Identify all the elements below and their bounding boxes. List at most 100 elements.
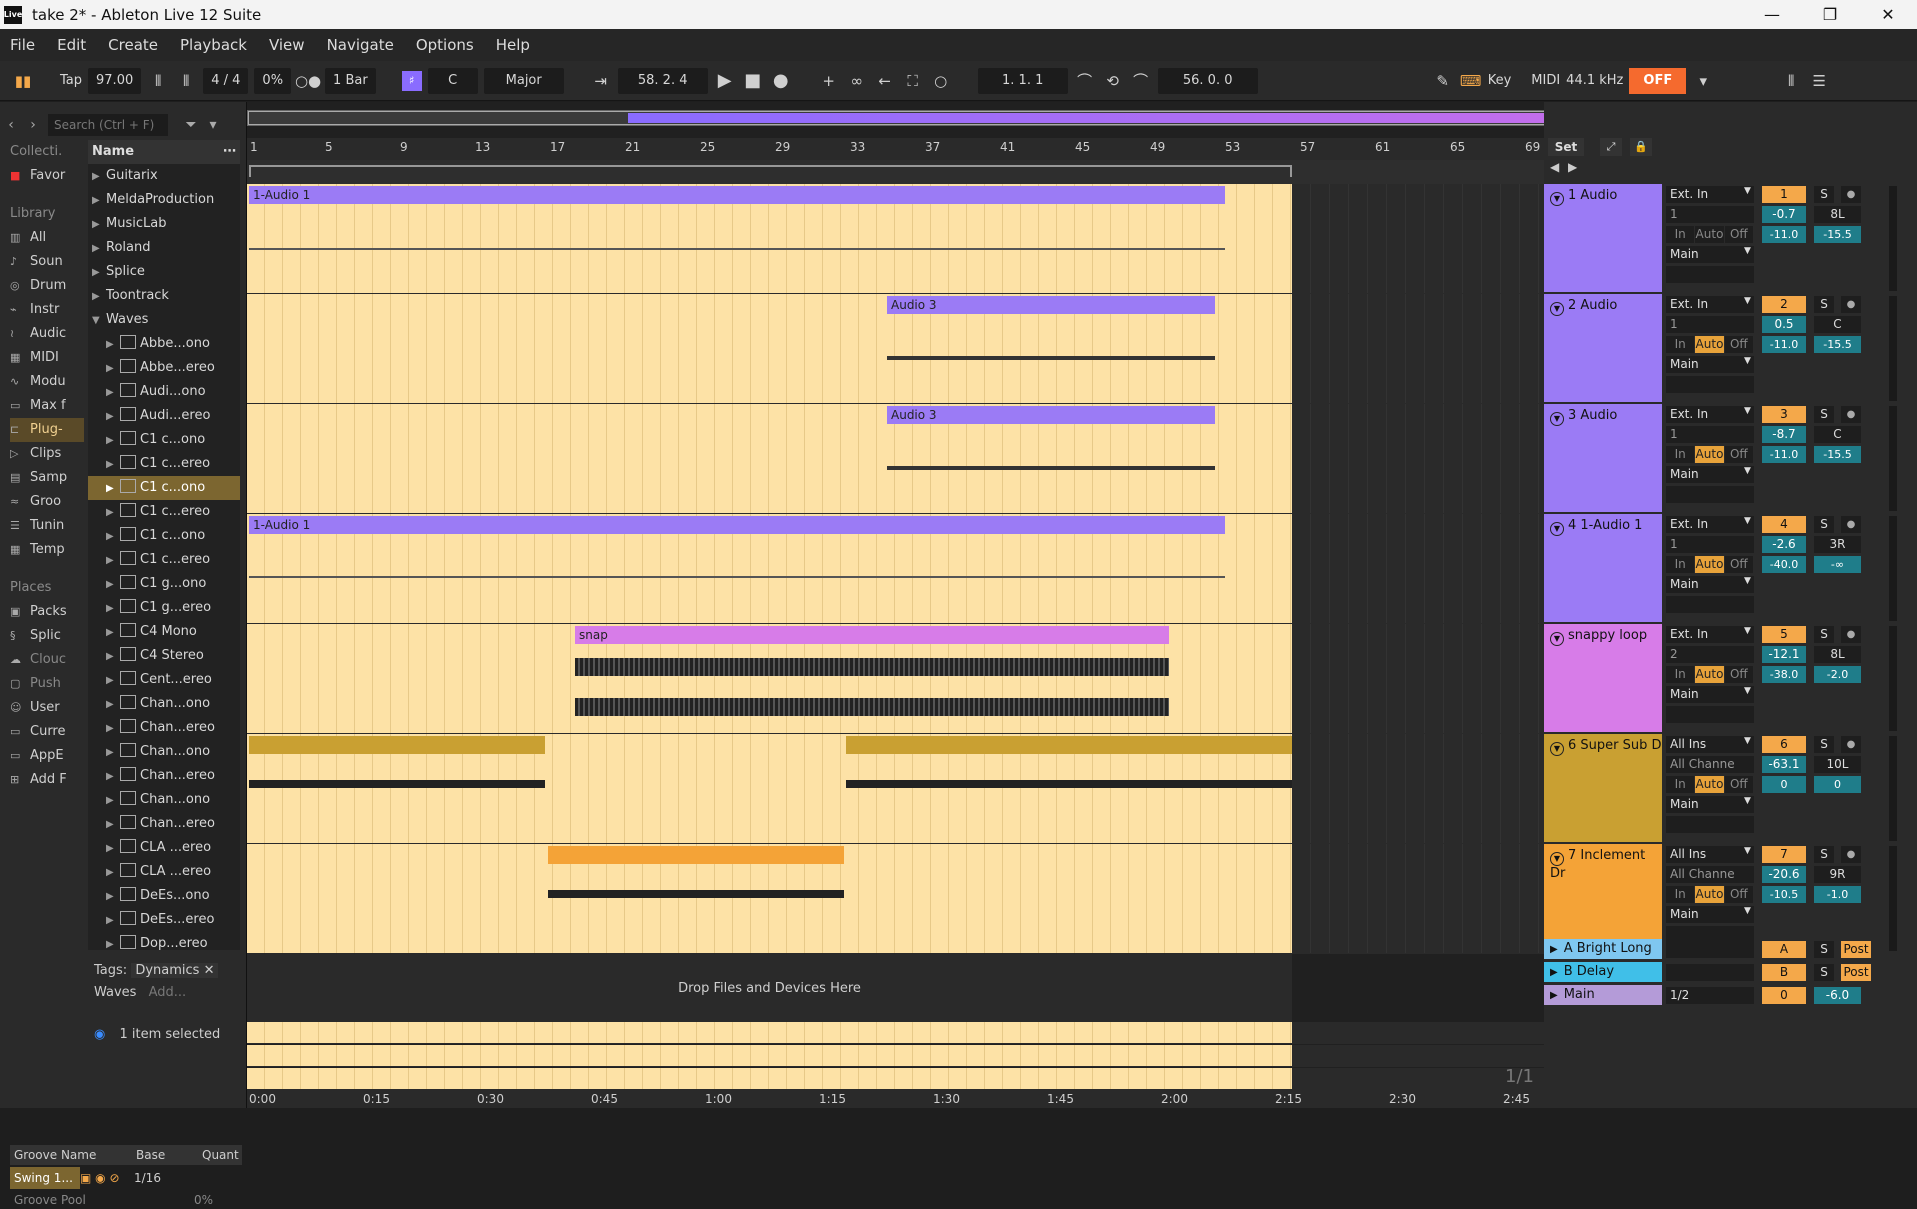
punch-in-icon[interactable]: ⌒ — [1074, 68, 1096, 94]
forward-icon[interactable]: › — [22, 117, 44, 133]
pan-field[interactable]: 10L — [1814, 756, 1861, 773]
volume-field[interactable]: 0.5 — [1762, 316, 1806, 333]
fold-icon[interactable]: ▼ — [1550, 522, 1564, 536]
plugin-row[interactable]: ▶ Chan...ono — [88, 692, 240, 716]
return-header[interactable]: ▶ B Delay — [1544, 962, 1662, 982]
folder-row[interactable]: ▼ Waves — [88, 308, 240, 332]
input-type-select[interactable]: All Ins — [1666, 736, 1754, 753]
groove-hotswap-icon[interactable]: ▣ ◉ ⊘ — [80, 1167, 130, 1189]
monitor-in-button[interactable]: In — [1666, 776, 1695, 793]
arm-icon[interactable]: ● — [1841, 626, 1861, 643]
monitor-auto-button[interactable]: Auto — [1695, 226, 1724, 243]
solo-button[interactable]: S — [1814, 941, 1834, 958]
send-a-field[interactable]: 0 — [1762, 776, 1806, 793]
midi-clip[interactable] — [548, 846, 844, 864]
sidebar-item-drums[interactable]: ◎ Drum — [10, 274, 84, 298]
lock-icon[interactable]: 🔒 — [1630, 138, 1652, 156]
sidebar-item-appdata[interactable]: ▭ AppE — [10, 744, 84, 768]
track-activator-button[interactable]: 7 — [1762, 846, 1806, 863]
chevron-down-icon[interactable]: ▼ — [1744, 296, 1751, 306]
fold-icon[interactable]: ▼ — [1550, 302, 1564, 316]
main-volume-field[interactable]: -6.0 — [1814, 987, 1861, 1004]
output-channel-select[interactable] — [1666, 486, 1754, 503]
scale-select[interactable]: Major — [483, 67, 564, 94]
send-a-field[interactable]: -11.0 — [1762, 226, 1806, 243]
track-header[interactable]: ▼ 3 Audio — [1544, 404, 1662, 512]
punch-out-icon[interactable]: ⌒ — [1130, 68, 1152, 94]
output-channel-select[interactable] — [1666, 706, 1754, 723]
maximize-button[interactable]: ❐ — [1801, 0, 1859, 29]
chevron-down-icon[interactable]: ▼ — [1744, 686, 1751, 696]
scroll-left-icon[interactable]: ◀ — [1550, 160, 1559, 174]
menu-options[interactable]: Options — [416, 36, 474, 54]
volume-field[interactable]: -20.6 — [1762, 866, 1806, 883]
plugin-row[interactable]: ▶ C1 c...ono — [88, 428, 240, 452]
key-select[interactable]: C — [427, 67, 478, 94]
plugin-row[interactable]: ▶ C1 c...ereo — [88, 548, 240, 572]
track-header[interactable]: ▼ 6 Super Sub D — [1544, 734, 1662, 842]
output-channel-select[interactable] — [1666, 376, 1754, 393]
view-toggle-icon[interactable]: ▮▮ — [12, 68, 34, 94]
pan-field[interactable]: 3R — [1814, 536, 1861, 553]
groove-pool-amount[interactable]: 0% — [194, 1191, 213, 1209]
return-activator-button[interactable]: A — [1762, 941, 1806, 958]
sidebar-item-all[interactable]: ▥ All — [10, 226, 84, 250]
send-b-field[interactable]: 0 — [1814, 776, 1861, 793]
input-type-select[interactable]: Ext. In — [1666, 296, 1754, 313]
send-a-field[interactable]: -40.0 — [1762, 556, 1806, 573]
clip-header[interactable]: 1-Audio 1 — [249, 516, 1225, 534]
groove-quant-field[interactable] — [198, 1167, 228, 1189]
back-icon[interactable]: ‹ — [0, 117, 22, 133]
sidebar-item-max[interactable]: ▭ Max f — [10, 394, 84, 418]
sidebar-item-sounds[interactable]: ♪ Soun — [10, 250, 84, 274]
volume-field[interactable]: -2.6 — [1762, 536, 1806, 553]
chevron-down-icon[interactable]: ▼ — [1744, 626, 1751, 636]
plugin-row[interactable]: ▶ Audi...ono — [88, 380, 240, 404]
groove-amount-field[interactable]: 0% — [254, 67, 292, 94]
monitor-auto-button[interactable]: Auto — [1695, 886, 1724, 903]
lane-snappy-loop[interactable]: snap — [247, 624, 1544, 734]
input-channel-select[interactable]: 1 — [1666, 536, 1754, 553]
folder-row[interactable]: ▶ MusicLab — [88, 212, 240, 236]
menu-view[interactable]: View — [269, 36, 305, 54]
plugin-row[interactable]: ▶ C4 Mono — [88, 620, 240, 644]
monitor-auto-button[interactable]: Auto — [1695, 446, 1724, 463]
sidebar-item-clips[interactable]: ▷ Clips — [10, 442, 84, 466]
chevron-down-icon[interactable]: ▼ — [1744, 846, 1751, 856]
metronome-toggle-icon[interactable]: ○● — [295, 68, 321, 94]
chevron-down-icon[interactable]: ▼ — [1744, 906, 1751, 916]
solo-button[interactable]: S — [1814, 186, 1834, 203]
solo-button[interactable]: S — [1814, 626, 1834, 643]
overdub-icon[interactable]: + — [818, 68, 840, 94]
clip-header[interactable]: 1-Audio 1 — [249, 186, 1225, 204]
pan-field[interactable]: C — [1814, 426, 1861, 443]
track-activator-button[interactable]: 4 — [1762, 516, 1806, 533]
send-b-field[interactable]: -2.0 — [1814, 666, 1861, 683]
sidebar-item-cloud[interactable]: ☁ Clouc — [10, 648, 84, 672]
send-b-field[interactable]: -∞ — [1814, 556, 1861, 573]
scale-mode-icon[interactable]: ♯ — [401, 70, 422, 91]
automation-arm-icon[interactable]: ∞ — [846, 68, 868, 94]
solo-button[interactable]: S — [1814, 964, 1834, 981]
menu-file[interactable]: File — [10, 36, 35, 54]
menu-help[interactable]: Help — [496, 36, 530, 54]
time-ruler[interactable]: 0:00 0:15 0:30 0:45 1:00 1:15 1:30 1:45 2:00 2:15… — [247, 1090, 1544, 1108]
send-a-field[interactable]: -10.5 — [1762, 886, 1806, 903]
scroll-right-icon[interactable]: ▶ — [1568, 160, 1577, 174]
plugin-row[interactable]: ▶ CLA ...ereo — [88, 860, 240, 884]
monitor-off-button[interactable]: Off — [1724, 776, 1753, 793]
solo-button[interactable]: S — [1814, 846, 1834, 863]
plugin-row[interactable]: ▶ CLA ...ereo — [88, 836, 240, 860]
quantize-menu[interactable]: 1 Bar — [325, 67, 376, 94]
sidebar-item-grooves[interactable]: ≈ Groo — [10, 490, 84, 514]
groove-item[interactable]: Swing 1... — [10, 1167, 80, 1189]
volume-field[interactable]: -12.1 — [1762, 646, 1806, 663]
send-b-field[interactable]: -15.5 — [1814, 446, 1861, 463]
loop-start-field[interactable]: 1. 1. 1 — [977, 67, 1068, 94]
sidebar-item-audio-effects[interactable]: ≀ Audic — [10, 322, 84, 346]
menu-edit[interactable]: Edit — [57, 36, 86, 54]
drop-zone[interactable]: Drop Files and Devices Here — [247, 954, 1292, 1022]
output-select[interactable]: Main — [1666, 796, 1754, 813]
clip-header[interactable]: snap — [575, 626, 1169, 644]
chevron-down-icon[interactable]: ▼ — [1744, 796, 1751, 806]
